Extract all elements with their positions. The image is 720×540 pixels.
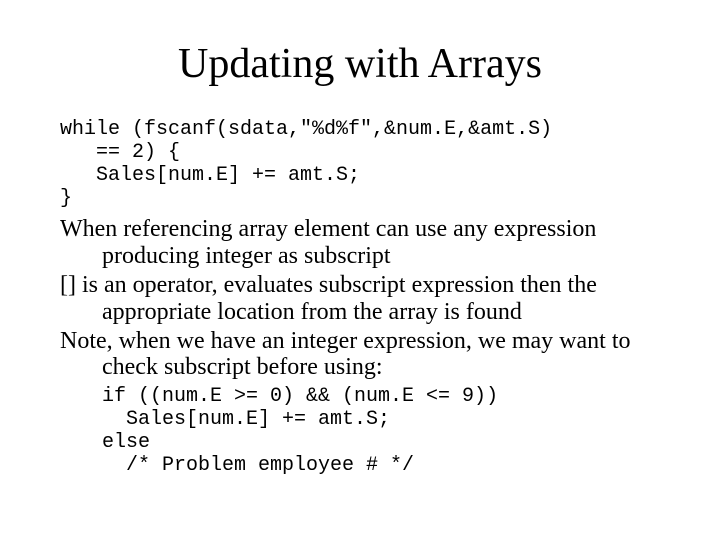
code-line: if ((num.E >= 0) && (num.E <= 9)) — [102, 385, 498, 408]
paragraph-1: When referencing array element can use a… — [60, 216, 660, 270]
code-line: Sales[num.E] += amt.S; — [60, 164, 360, 187]
slide: Updating with Arrays while (fscanf(sdata… — [0, 0, 720, 540]
code-line: == 2) { — [60, 141, 180, 164]
slide-title: Updating with Arrays — [60, 40, 660, 88]
code-line: } — [60, 187, 72, 210]
code-block-1: while (fscanf(sdata,"%d%f",&num.E,&amt.S… — [60, 118, 660, 210]
paragraph-2: [] is an operator, evaluates subscript e… — [60, 272, 660, 326]
paragraph-3: Note, when we have an integer expression… — [60, 328, 660, 382]
code-line: /* Problem employee # */ — [102, 454, 414, 477]
code-line: else — [102, 431, 150, 454]
code-block-2: if ((num.E >= 0) && (num.E <= 9)) Sales[… — [102, 385, 660, 477]
code-line: while (fscanf(sdata,"%d%f",&num.E,&amt.S… — [60, 118, 552, 141]
code-line: Sales[num.E] += amt.S; — [102, 408, 390, 431]
